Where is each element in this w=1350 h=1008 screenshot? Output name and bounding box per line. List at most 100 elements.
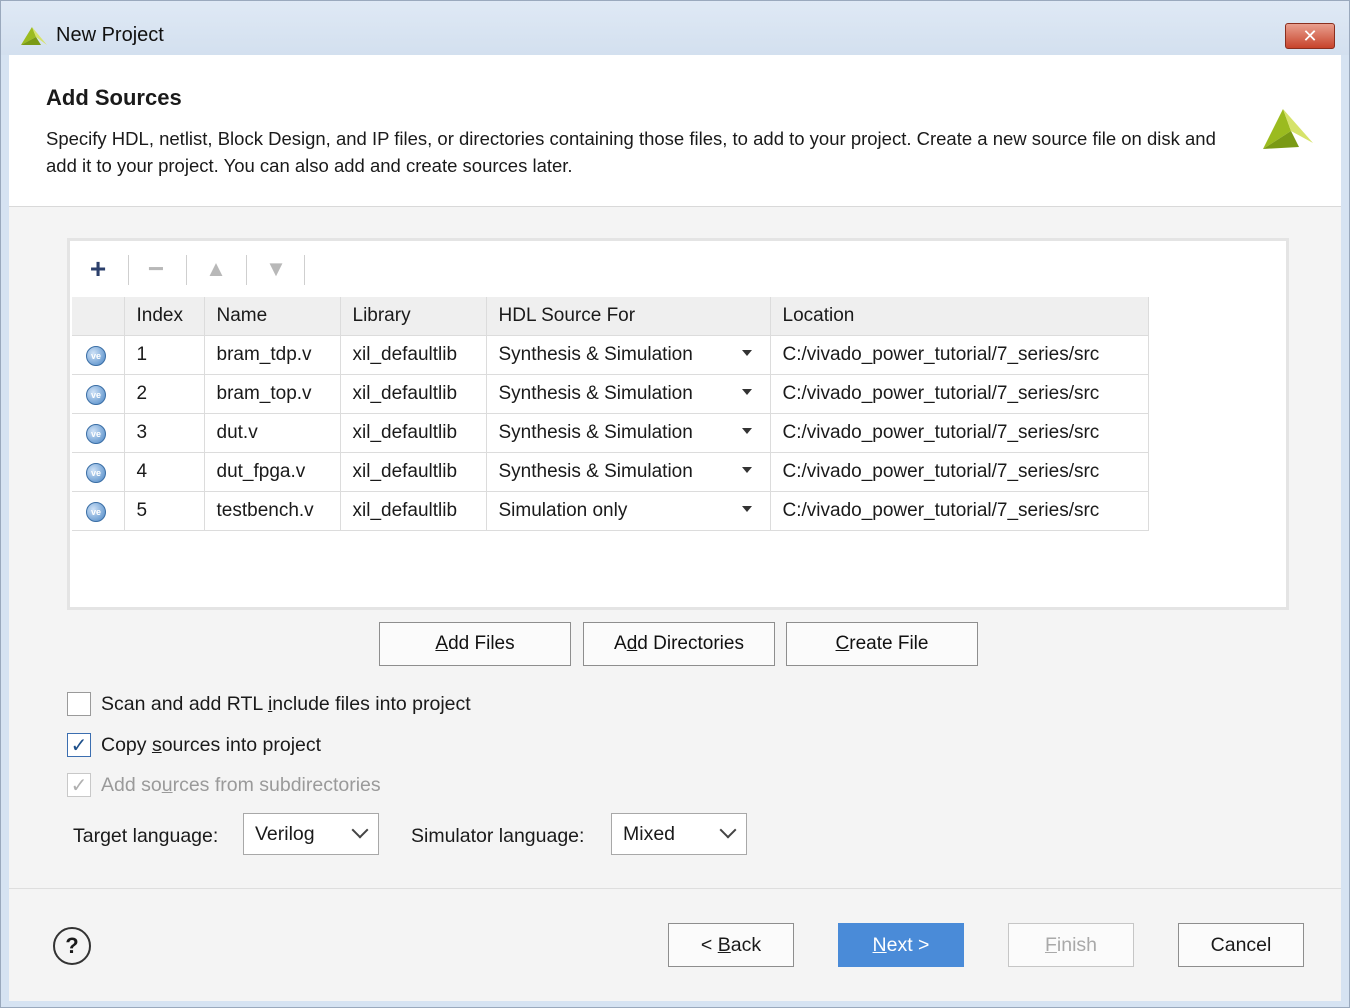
scan-rtl-label: Scan and add RTL include files into proj… [101,693,471,716]
minus-icon[interactable]: − [136,251,176,287]
hdl-source-for-dropdown[interactable]: Synthesis & Simulation [486,335,771,375]
sources-toolbar: + − ▲ ▼ [70,241,1286,297]
chevron-down-icon [719,821,737,839]
file-type-cell: ve [72,452,125,492]
back-label: ack [730,934,762,956]
name-cell: dut_fpga.v [204,452,341,492]
verilog-file-icon: ve [86,385,106,405]
column-header-index[interactable]: Index [124,297,205,336]
library-cell[interactable]: xil_defaultlib [340,413,487,453]
create-file-button[interactable]: Create File [786,622,978,666]
toolbar-divider [304,255,305,285]
column-header-location[interactable]: Location [770,297,1149,336]
create-file-label: reate File [849,633,929,654]
checkmark-icon: ✓ [70,734,88,757]
page-header: Add Sources Specify HDL, netlist, Block … [9,55,1341,207]
file-type-cell: ve [72,335,125,375]
dialog-body: Add Sources Specify HDL, netlist, Block … [9,55,1341,1001]
arrow-down-icon[interactable]: ▼ [256,251,296,287]
hdl-source-for-dropdown[interactable]: Synthesis & Simulation [486,452,771,492]
target-language-label: Target language: [73,825,219,847]
table-row[interactable]: ve 3 dut.v xil_defaultlib Synthesis & Si… [72,413,1149,453]
toolbar-divider [186,255,187,285]
cancel-button[interactable]: Cancel [1178,923,1304,967]
new-project-dialog: New Project ✕ Add Sources Specify HDL, n… [0,0,1350,1008]
back-mnemonic: B [717,934,731,956]
index-cell: 2 [124,374,205,414]
file-type-cell: ve [72,491,125,531]
add-subdirs-label: Add sources from subdirectories [101,774,381,797]
location-cell: C:/vivado_power_tutorial/7_series/src [770,413,1149,453]
target-language-select[interactable]: Verilog [243,813,379,855]
label-part: Add so [101,773,162,796]
copy-sources-checkbox[interactable]: ✓ [67,733,91,757]
arrow-up-icon[interactable]: ▲ [196,251,236,287]
copy-sources-option[interactable]: ✓ Copy sources into project [67,730,321,760]
chevron-down-icon [351,821,369,839]
library-cell[interactable]: xil_defaultlib [340,335,487,375]
plus-icon[interactable]: + [78,251,118,287]
column-header-hdl-source-for[interactable]: HDL Source For [486,297,771,336]
finish-button: Finish [1008,923,1134,967]
checkmark-icon: ✓ [70,774,88,797]
column-header-icon[interactable] [72,297,125,336]
next-label: ext > [886,934,930,956]
name-cell: dut.v [204,413,341,453]
hdl-source-for-value: Synthesis & Simulation [498,460,693,482]
table-row[interactable]: ve 4 dut_fpga.v xil_defaultlib Synthesis… [72,452,1149,492]
label-part: nclude files into project [272,692,471,715]
label-mnemonic: s [151,733,162,756]
simulator-language-label: Simulator language: [411,825,585,847]
location-cell: C:/vivado_power_tutorial/7_series/src [770,491,1149,531]
vivado-logo-icon [21,27,47,45]
verilog-file-icon: ve [86,502,106,522]
add-files-button[interactable]: Add Files [379,622,571,666]
column-header-name[interactable]: Name [204,297,341,336]
hdl-source-for-dropdown[interactable]: Synthesis & Simulation [486,413,771,453]
add-directories-mnemonic: d [626,633,638,654]
finish-label: inish [1056,934,1098,956]
help-icon[interactable]: ? [53,927,91,965]
back-button[interactable]: < Back [668,923,794,967]
file-type-cell: ve [72,374,125,414]
next-button[interactable]: Next > [838,923,964,967]
hdl-source-for-dropdown[interactable]: Simulation only [486,491,771,531]
table-row[interactable]: ve 2 bram_top.v xil_defaultlib Synthesis… [72,374,1149,414]
add-directories-button[interactable]: Add Directories [583,622,775,666]
copy-sources-label: Copy sources into project [101,734,321,757]
table-row[interactable]: ve 1 bram_tdp.v xil_defaultlib Synthesis… [72,335,1149,375]
label-part: rces from subdirectories [172,773,381,796]
hdl-source-for-dropdown[interactable]: Synthesis & Simulation [486,374,771,414]
dropdown-arrow-icon[interactable] [741,466,752,473]
verilog-file-icon: ve [86,424,106,444]
column-header-library[interactable]: Library [340,297,487,336]
add-directories-label: d Directories [637,633,744,654]
table-row[interactable]: ve 5 testbench.v xil_defaultlib Simulati… [72,491,1149,531]
name-cell: bram_tdp.v [204,335,341,375]
close-button[interactable]: ✕ [1285,23,1335,49]
toolbar-divider [246,255,247,285]
dropdown-arrow-icon[interactable] [741,388,752,395]
dropdown-arrow-icon[interactable] [741,505,752,512]
vivado-logo-icon [1263,109,1313,149]
hdl-source-for-value: Synthesis & Simulation [498,382,693,404]
label-part: Copy [101,733,152,756]
simulator-language-select[interactable]: Mixed [611,813,747,855]
dropdown-arrow-icon[interactable] [741,427,752,434]
location-cell: C:/vivado_power_tutorial/7_series/src [770,374,1149,414]
add-files-mnemonic: A [435,633,449,654]
scan-rtl-option[interactable]: Scan and add RTL include files into proj… [67,689,471,719]
location-cell: C:/vivado_power_tutorial/7_series/src [770,452,1149,492]
sources-panel: + − ▲ ▼ Index Name Library HDL Source Fo… [67,238,1289,610]
index-cell: 3 [124,413,205,453]
library-cell[interactable]: xil_defaultlib [340,491,487,531]
label-mnemonic: u [161,773,173,796]
library-cell[interactable]: xil_defaultlib [340,374,487,414]
library-cell[interactable]: xil_defaultlib [340,452,487,492]
scan-rtl-checkbox[interactable] [67,692,91,716]
verilog-file-icon: ve [86,463,106,483]
add-subdirs-option: ✓ Add sources from subdirectories [67,770,381,800]
file-type-cell: ve [72,413,125,453]
index-cell: 4 [124,452,205,492]
dropdown-arrow-icon[interactable] [741,349,752,356]
